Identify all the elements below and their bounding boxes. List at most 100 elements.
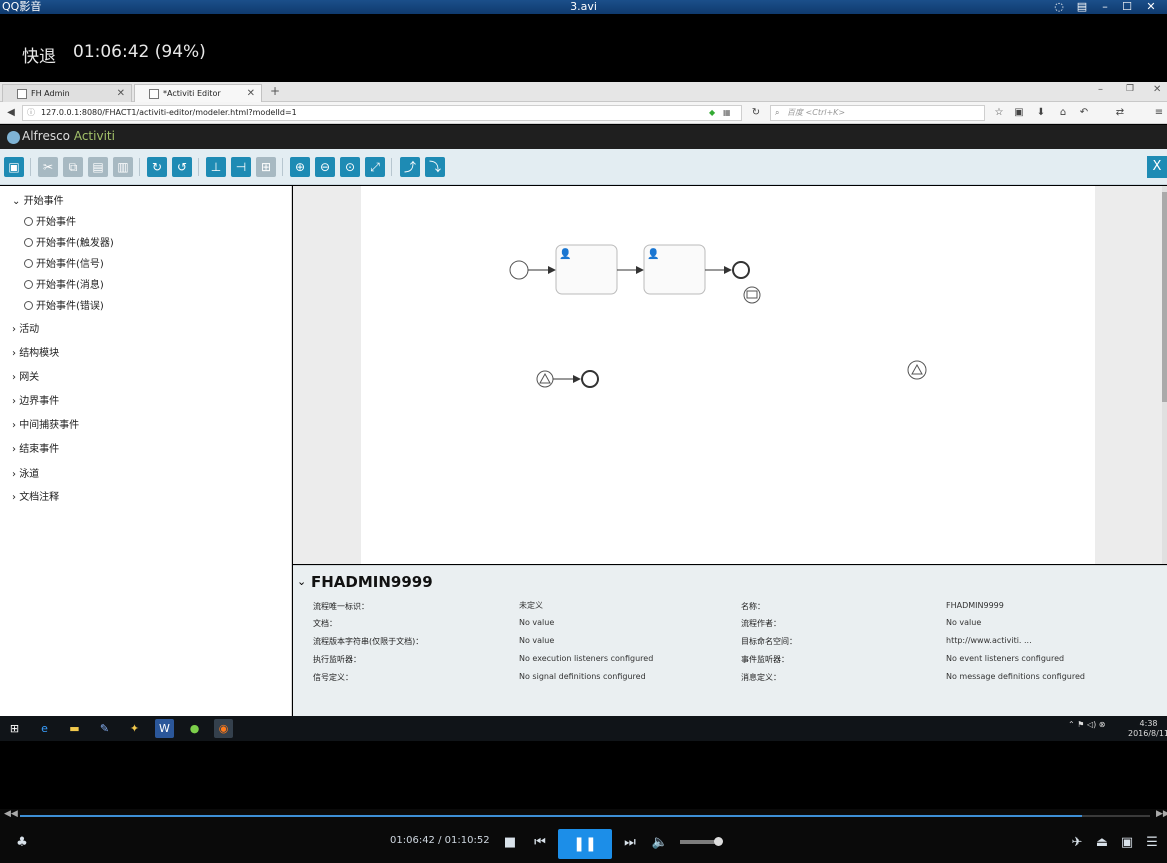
canvas-scrollbar[interactable] — [1162, 186, 1167, 564]
message-start-event-shape[interactable] — [743, 286, 761, 304]
prop-value[interactable]: No signal definitions configured — [519, 671, 646, 683]
search-input[interactable]: ⌕ 百度 <Ctrl+K> — [770, 105, 985, 121]
paste-icon[interactable]: ▤ — [88, 157, 108, 177]
prop-value[interactable]: FHADMIN9999 — [946, 600, 1004, 612]
clipboard-icon[interactable]: ▣ — [1012, 105, 1026, 121]
palette-group-intermediate-catch[interactable]: › 中间捕获事件 — [12, 419, 79, 433]
palette-item-error-start-event[interactable]: 开始事件(错误) — [24, 300, 104, 314]
chevron-down-icon[interactable]: ⌄ — [297, 575, 306, 588]
browser-minimize-button[interactable]: – — [1098, 84, 1103, 95]
pause-button[interactable]: ❚❚ — [558, 829, 612, 859]
prop-value[interactable]: No event listeners configured — [946, 653, 1064, 665]
palette-item-message-start-event[interactable]: 开始事件(消息) — [24, 279, 104, 293]
palette-item-timer-start-event[interactable]: 开始事件(触发器) — [24, 237, 114, 251]
footprint-icon[interactable]: ♣ — [12, 833, 32, 853]
close-window-button[interactable]: ✕ — [1142, 0, 1160, 14]
bookmark-star-icon[interactable]: ☆ — [992, 105, 1006, 121]
palette-group-swimlanes[interactable]: › 泳道 — [12, 468, 39, 482]
save-icon[interactable]: ▣ — [4, 157, 24, 177]
prop-value[interactable]: http://www.activiti. ... — [946, 635, 1032, 647]
scrollbar-thumb[interactable] — [1162, 192, 1167, 402]
diagram-canvas[interactable]: 👤 👤 — [361, 186, 1095, 564]
seek-bar[interactable]: ◀◀ ▶▶ — [0, 809, 1167, 823]
delete-icon[interactable]: ▥ — [113, 157, 133, 177]
previous-button[interactable]: ⏮ — [530, 833, 550, 853]
word-icon[interactable]: W — [155, 719, 174, 738]
tab-activiti-editor[interactable]: *Activiti Editor ✕ — [134, 84, 262, 102]
palette-item-signal-start-event[interactable]: 开始事件(信号) — [24, 258, 104, 272]
back-icon[interactable]: ◀ — [4, 105, 18, 121]
palette-item-start-event[interactable]: 开始事件 — [24, 216, 76, 230]
seek-forward-icon[interactable]: ▶▶ — [1156, 809, 1167, 819]
zoom-actual-icon[interactable]: ⊙ — [340, 157, 360, 177]
palette-group-end-events[interactable]: › 结束事件 — [12, 443, 59, 457]
undo-icon[interactable]: ↶ — [1077, 105, 1091, 121]
end-event-shape[interactable] — [732, 261, 750, 279]
copy-icon[interactable]: ⧉ — [63, 157, 83, 177]
new-tab-button[interactable]: + — [270, 84, 280, 98]
cut-icon[interactable]: ✂ — [38, 157, 58, 177]
minimize-button[interactable]: – — [1096, 0, 1114, 14]
bendpoint-remove-icon[interactable]: ⤵ — [425, 157, 445, 177]
app-icon[interactable]: ✎ — [95, 719, 114, 738]
reload-icon[interactable]: ↻ — [749, 105, 763, 121]
palette-group-boundary-events[interactable]: › 边界事件 — [12, 395, 59, 409]
seek-track[interactable] — [20, 815, 1150, 817]
start-event-shape[interactable] — [509, 260, 529, 280]
align-vertical-icon[interactable]: ⊣ — [231, 157, 251, 177]
close-tab-icon[interactable]: ✕ — [247, 85, 255, 102]
app-icon[interactable]: ● — [185, 719, 204, 738]
zoom-fit-icon[interactable]: ⤢ — [365, 157, 385, 177]
volume-icon[interactable]: 🔈 — [650, 833, 670, 853]
prop-value[interactable]: No message definitions configured — [946, 671, 1085, 683]
zoom-in-icon[interactable]: ⊕ — [290, 157, 310, 177]
undo-icon[interactable]: ↺ — [172, 157, 192, 177]
chat-icon[interactable]: ◌ — [1050, 0, 1068, 14]
edge-browser-icon[interactable]: e — [35, 719, 54, 738]
tab-fh-admin[interactable]: FH Admin ✕ — [2, 84, 132, 102]
palette-group-start-events[interactable]: ⌄ 开始事件 — [12, 195, 64, 209]
stop-button[interactable]: ■ — [500, 833, 520, 853]
prop-value[interactable]: No value — [519, 617, 554, 629]
windows-start-icon[interactable]: ⊞ — [5, 719, 24, 738]
download-icon[interactable]: ⬇ — [1034, 105, 1048, 121]
volume-knob[interactable] — [714, 837, 723, 846]
browser-restore-button[interactable]: ❐ — [1126, 84, 1134, 94]
signal-start-event-shape[interactable] — [907, 360, 927, 380]
shield-icon[interactable]: ◆ — [709, 106, 715, 120]
qr-icon[interactable]: ▦ — [723, 106, 731, 120]
end-event-shape[interactable] — [581, 370, 599, 388]
app-icon[interactable]: ✦ — [125, 719, 144, 738]
home-icon[interactable]: ⌂ — [1056, 105, 1070, 121]
palette-group-annotations[interactable]: › 文档注释 — [12, 491, 59, 505]
same-size-icon[interactable]: ⊞ — [256, 157, 276, 177]
close-tab-icon[interactable]: ✕ — [117, 85, 125, 102]
system-tray[interactable]: ⌃ ⚑ ◁) ⊗ — [1068, 720, 1105, 729]
zoom-out-icon[interactable]: ⊖ — [315, 157, 335, 177]
file-explorer-icon[interactable]: ▬ — [65, 719, 84, 738]
prop-value[interactable]: 未定义 — [519, 600, 543, 612]
palette-group-gateways[interactable]: › 网关 — [12, 371, 39, 385]
seek-back-icon[interactable]: ◀◀ — [4, 809, 18, 819]
info-icon[interactable]: ⓘ — [27, 106, 35, 120]
url-input[interactable]: ⓘ 127.0.0.1:8080/FHACT1/activiti-editor/… — [22, 105, 742, 121]
playlist-icon[interactable]: ☰ — [1142, 833, 1162, 853]
redo-icon[interactable]: ↻ — [147, 157, 167, 177]
prop-value[interactable]: No value — [519, 635, 554, 647]
browser-close-button[interactable]: ✕ — [1153, 84, 1161, 95]
menu-icon[interactable]: ▤ — [1073, 0, 1091, 14]
tools-icon[interactable]: ✈ — [1067, 833, 1087, 853]
align-horizontal-icon[interactable]: ⊥ — [206, 157, 226, 177]
screen-icon[interactable]: ▣ — [1117, 833, 1137, 853]
eject-icon[interactable]: ⏏ — [1092, 833, 1112, 853]
close-editor-button[interactable]: X — [1147, 156, 1167, 178]
palette-group-activities[interactable]: › 活动 — [12, 323, 39, 337]
volume-slider[interactable] — [680, 837, 723, 846]
hamburger-menu-icon[interactable]: ≡ — [1152, 105, 1166, 121]
next-button[interactable]: ⏭ — [620, 833, 640, 853]
firefox-icon[interactable]: ◉ — [214, 719, 233, 738]
maximize-button[interactable]: ☐ — [1118, 0, 1136, 14]
taskbar-clock[interactable]: 4:38 2016/8/11 — [1128, 719, 1167, 739]
prop-value[interactable]: No execution listeners configured — [519, 653, 653, 665]
prop-value[interactable]: No value — [946, 617, 981, 629]
